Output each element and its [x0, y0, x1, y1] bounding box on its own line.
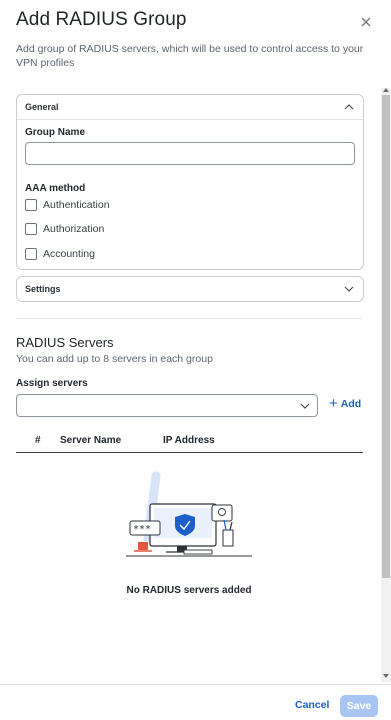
- chevron-down-icon[interactable]: [343, 283, 355, 295]
- plus-icon: +: [329, 395, 338, 412]
- chevron-up-icon[interactable]: [343, 101, 355, 113]
- scroll-up-arrow-icon[interactable]: [383, 88, 389, 92]
- authentication-label: Authentication: [43, 199, 110, 211]
- aaa-method-label: AAA method: [25, 183, 86, 194]
- cancel-button[interactable]: Cancel: [295, 699, 329, 711]
- scrollbar-thumb[interactable]: [382, 95, 390, 578]
- authentication-checkbox[interactable]: [25, 199, 37, 211]
- accounting-label: Accounting: [43, 248, 95, 260]
- general-section-header[interactable]: General: [17, 95, 363, 120]
- settings-section-title: Settings: [25, 284, 61, 294]
- column-header-number: #: [35, 435, 41, 446]
- empty-state-text: No RADIUS servers added: [126, 585, 252, 596]
- close-icon[interactable]: [358, 14, 374, 30]
- accounting-checkbox-row[interactable]: Accounting: [25, 248, 95, 260]
- column-header-ip-address: IP Address: [163, 435, 215, 446]
- authorization-checkbox[interactable]: [25, 223, 37, 235]
- authorization-label: Authorization: [43, 223, 105, 235]
- section-divider: [16, 318, 362, 319]
- servers-table-header: # Server Name IP Address: [16, 432, 363, 453]
- column-header-server-name: Server Name: [60, 435, 122, 446]
- radius-servers-subtitle: You can add up to 8 servers in each grou…: [16, 353, 213, 365]
- dialog-footer: Cancel Save: [0, 684, 391, 720]
- settings-section: Settings: [16, 276, 364, 302]
- add-server-button[interactable]: + Add: [329, 395, 362, 412]
- add-server-label: Add: [340, 398, 362, 410]
- general-section-title: General: [25, 102, 59, 112]
- accounting-checkbox[interactable]: [25, 248, 37, 260]
- radius-servers-title: RADIUS Servers: [16, 335, 114, 350]
- assign-servers-select[interactable]: [16, 394, 318, 417]
- dialog-title: Add RADIUS Group: [16, 9, 187, 30]
- assign-servers-label: Assign servers: [16, 378, 88, 389]
- dialog-description: Add group of RADIUS servers, which will …: [16, 43, 364, 69]
- save-button[interactable]: Save: [340, 695, 378, 717]
- general-section: General Group Name AAA method Authentica…: [16, 94, 364, 270]
- svg-text:***: ***: [133, 524, 151, 535]
- empty-state-illustration: ***: [126, 471, 252, 557]
- chevron-down-icon[interactable]: [299, 400, 311, 412]
- authentication-checkbox-row[interactable]: Authentication: [25, 199, 110, 211]
- scroll-down-arrow-icon[interactable]: [383, 674, 389, 678]
- group-name-input[interactable]: [25, 142, 355, 165]
- authorization-checkbox-row[interactable]: Authorization: [25, 223, 104, 235]
- settings-section-header[interactable]: Settings: [17, 277, 363, 301]
- group-name-label: Group Name: [25, 127, 86, 138]
